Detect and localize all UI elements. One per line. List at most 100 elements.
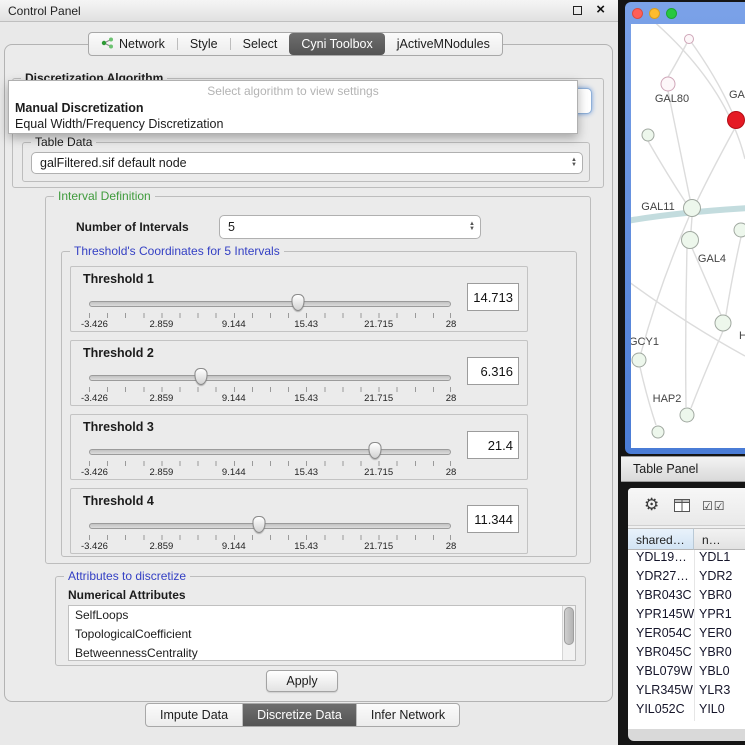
scale-tick-label: 21.715: [364, 467, 393, 478]
network-node[interactable]: [684, 200, 701, 217]
scrollbar-thumb[interactable]: [564, 607, 574, 645]
table-data-value: galFiltered.sif default node: [32, 156, 566, 170]
table-data-combobox[interactable]: galFiltered.sif default node: [31, 152, 583, 174]
tab-select[interactable]: Select: [231, 33, 290, 55]
slider-scale: -3.426 2.859 9.144 15.43 21.715 28: [89, 393, 451, 404]
network-node[interactable]: [661, 77, 675, 91]
float-window-icon[interactable]: [573, 6, 582, 15]
network-node-selected-red[interactable]: [728, 112, 745, 129]
slider-ticks: [89, 387, 451, 392]
threshold-2-slider[interactable]: -3.426 2.859 9.144 15.43 21.715 28: [89, 367, 451, 405]
network-edges: [631, 24, 745, 425]
cell: YDL19…: [628, 550, 694, 569]
column-header-shared[interactable]: shared…: [628, 528, 694, 550]
network-node[interactable]: [682, 232, 699, 249]
scale-tick-label: 2.859: [150, 541, 174, 552]
close-icon[interactable]: [596, 1, 605, 18]
table-row[interactable]: YBL079WYBL0: [628, 664, 745, 683]
node-label: HAP2: [653, 393, 682, 405]
slider-ticks: [89, 535, 451, 540]
dropdown-option-equal-width[interactable]: Equal Width/Frequency Discretization: [9, 115, 577, 131]
table-row[interactable]: YDL19…YDL1: [628, 550, 745, 569]
node-label: GAL11: [641, 201, 674, 213]
tab-network[interactable]: Network: [89, 33, 177, 55]
tab-label: jActiveMNodules: [397, 37, 490, 51]
cell: YBR0: [694, 588, 745, 607]
slider-ticks: [89, 461, 451, 466]
column-header-name[interactable]: n…: [694, 528, 745, 550]
attributes-group: Attributes to discretize Numerical Attri…: [55, 576, 586, 666]
table-row[interactable]: YDR27…YDR2: [628, 569, 745, 588]
slider-track[interactable]: [89, 375, 451, 381]
tab-style[interactable]: Style: [178, 33, 230, 55]
table-row[interactable]: YIL052CYIL0: [628, 702, 745, 721]
list-item[interactable]: TopologicalCoefficient: [69, 625, 575, 644]
network-view-window: GAL80 GA GAL11 GAL4 GCY1 HAP2 H: [625, 2, 745, 454]
slider-scale: -3.426 2.859 9.144 15.43 21.715 28: [89, 467, 451, 478]
columns-icon[interactable]: [674, 499, 690, 517]
threshold-4-value-field[interactable]: [467, 505, 519, 533]
table-toolbar: [628, 488, 745, 526]
control-panel-titlebar: Control Panel: [0, 0, 618, 22]
list-item[interactable]: BetweennessCentrality: [69, 644, 575, 661]
cell: YBL0: [694, 664, 745, 683]
threshold-4-slider-thumb[interactable]: [253, 516, 266, 533]
network-node[interactable]: [685, 35, 694, 44]
network-node[interactable]: [652, 426, 664, 438]
cell: YIL052C: [628, 702, 694, 721]
table-row[interactable]: YBR045CYBR0: [628, 645, 745, 664]
tab-impute-data[interactable]: Impute Data: [146, 704, 242, 726]
cell: YPR1: [694, 607, 745, 626]
cell: YLR3: [694, 683, 745, 702]
close-traffic-light-icon[interactable]: [632, 8, 643, 19]
list-item[interactable]: SelfLoops: [69, 606, 575, 625]
threshold-3-value-field[interactable]: [467, 431, 519, 459]
zoom-traffic-light-icon[interactable]: [666, 8, 677, 19]
threshold-4-slider[interactable]: -3.426 2.859 9.144 15.43 21.715 28: [89, 515, 451, 553]
node-label: H: [739, 330, 745, 342]
list-scrollbar[interactable]: [562, 606, 575, 660]
tab-label: Network: [119, 37, 165, 51]
cell: YBL079W: [628, 664, 694, 683]
tab-infer-network[interactable]: Infer Network: [356, 704, 459, 726]
apply-button[interactable]: Apply: [266, 670, 338, 692]
number-of-intervals-combobox[interactable]: 5: [219, 215, 481, 239]
dropdown-option-manual[interactable]: Manual Discretization: [9, 98, 577, 115]
network-node[interactable]: [632, 353, 646, 367]
scale-tick-label: 2.859: [150, 393, 174, 404]
threshold-1-value-field[interactable]: [467, 283, 519, 311]
scale-tick-label: -3.426: [81, 467, 108, 478]
threshold-1-slider[interactable]: -3.426 2.859 9.144 15.43 21.715 28: [89, 293, 451, 331]
network-canvas[interactable]: GAL80 GA GAL11 GAL4 GCY1 HAP2 H: [631, 24, 745, 448]
tab-discretize-data[interactable]: Discretize Data: [242, 704, 356, 726]
network-node[interactable]: [734, 223, 745, 237]
tab-label: Select: [243, 37, 278, 51]
threshold-3-slider-thumb[interactable]: [368, 442, 381, 459]
slider-track[interactable]: [89, 523, 451, 529]
scale-tick-label: 21.715: [364, 393, 393, 404]
scale-tick-label: -3.426: [81, 319, 108, 330]
slider-track[interactable]: [89, 449, 451, 455]
slider-track[interactable]: [89, 301, 451, 307]
threshold-3-slider[interactable]: -3.426 2.859 9.144 15.43 21.715 28: [89, 441, 451, 479]
threshold-2-value-field[interactable]: [467, 357, 519, 385]
minimize-traffic-light-icon[interactable]: [649, 8, 660, 19]
threshold-1-slider-thumb[interactable]: [291, 294, 304, 311]
table-row[interactable]: YBR043CYBR0: [628, 588, 745, 607]
table-row[interactable]: YLR345WYLR3: [628, 683, 745, 702]
network-node[interactable]: [680, 408, 694, 422]
select-columns-icon[interactable]: [702, 499, 726, 513]
threshold-4-panel: Threshold 4 -3.426 2.859 9.144 15.43 21.…: [70, 488, 528, 554]
scale-tick-label: 15.43: [294, 467, 318, 478]
table-panel-header: Table Panel: [621, 456, 745, 482]
gear-icon[interactable]: [644, 495, 659, 515]
table-row[interactable]: YPR145WYPR1: [628, 607, 745, 626]
threshold-2-slider-thumb[interactable]: [195, 368, 208, 385]
tab-jactivemnodules[interactable]: jActiveMNodules: [385, 33, 502, 55]
table-body: YDL19…YDL1 YDR27…YDR2 YBR043CYBR0 YPR145…: [628, 550, 745, 729]
threshold-4-label: Threshold 4: [83, 494, 154, 508]
network-node[interactable]: [715, 315, 731, 331]
network-node[interactable]: [642, 129, 654, 141]
tab-cyni-toolbox[interactable]: Cyni Toolbox: [289, 33, 384, 55]
table-row[interactable]: YER054CYER0: [628, 626, 745, 645]
